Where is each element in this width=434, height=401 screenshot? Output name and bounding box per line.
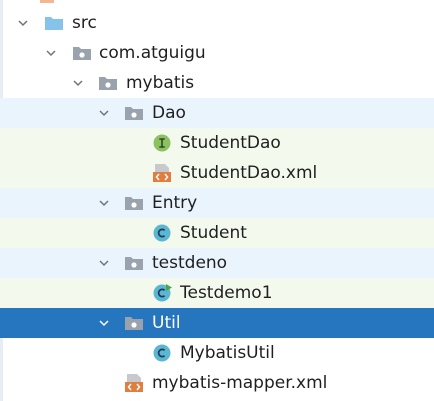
xml-file-icon	[152, 164, 172, 182]
source-folder-icon	[44, 14, 64, 32]
tree-row-entry[interactable]: Entry	[0, 188, 434, 218]
xml-file-icon	[124, 374, 144, 392]
tree-item-label: Dao	[152, 103, 186, 123]
chevron-down-icon[interactable]	[18, 18, 28, 28]
tree-row-dao[interactable]: Dao	[0, 98, 434, 128]
tree-item-label: Util	[152, 313, 181, 333]
project-tree: src com.atguigu mybatis Dao StudentDao S…	[0, 0, 434, 401]
chevron-down-icon[interactable]	[99, 198, 109, 208]
tree-row-mybatis[interactable]: mybatis	[0, 68, 434, 98]
tree-row-studentdao[interactable]: StudentDao	[0, 128, 434, 158]
class-icon	[152, 344, 172, 362]
tree-row-util[interactable]: Util	[0, 308, 434, 338]
tree-item-label: MybatisUtil	[180, 343, 275, 363]
interface-icon	[152, 134, 172, 152]
tree-row-studentdao-xml[interactable]: StudentDao.xml	[0, 158, 434, 188]
tree-item-label: mybatis-mapper.xml	[152, 373, 328, 393]
tree-row-src[interactable]: src	[0, 8, 434, 38]
partial-file-icon	[40, 0, 54, 3]
package-folder-icon	[124, 314, 144, 332]
runnable-class-icon	[152, 284, 172, 302]
tree-item-label: mybatis	[126, 73, 195, 93]
tree-item-label: Entry	[152, 193, 198, 213]
chevron-down-icon[interactable]	[46, 48, 56, 58]
chevron-down-icon[interactable]	[99, 318, 109, 328]
chevron-down-icon[interactable]	[99, 108, 109, 118]
package-folder-icon	[124, 194, 144, 212]
tree-item-label: Student	[180, 223, 247, 243]
tree-item-label: testdeno	[152, 253, 228, 273]
package-folder-icon	[72, 44, 92, 62]
tree-row-testdemo1[interactable]: Testdemo1	[0, 278, 434, 308]
tree-item-label: com.atguigu	[99, 43, 206, 63]
tree-row-com-atguigu[interactable]: com.atguigu	[0, 38, 434, 68]
tree-item-label: StudentDao	[180, 133, 281, 153]
package-folder-icon	[124, 254, 144, 272]
package-folder-icon	[124, 104, 144, 122]
tree-row-mybatisutil[interactable]: MybatisUtil	[0, 338, 434, 368]
tree-row-testdeno[interactable]: testdeno	[0, 248, 434, 278]
tree-item-label: StudentDao.xml	[180, 163, 318, 183]
tree-item-label: Testdemo1	[180, 283, 273, 303]
tree-row-mybatis-mapper-xml[interactable]: mybatis-mapper.xml	[0, 368, 434, 398]
tree-row-student[interactable]: Student	[0, 218, 434, 248]
class-icon	[152, 224, 172, 242]
chevron-down-icon[interactable]	[73, 78, 83, 88]
chevron-down-icon[interactable]	[99, 258, 109, 268]
package-folder-icon	[98, 74, 118, 92]
tree-item-label: src	[72, 13, 97, 33]
